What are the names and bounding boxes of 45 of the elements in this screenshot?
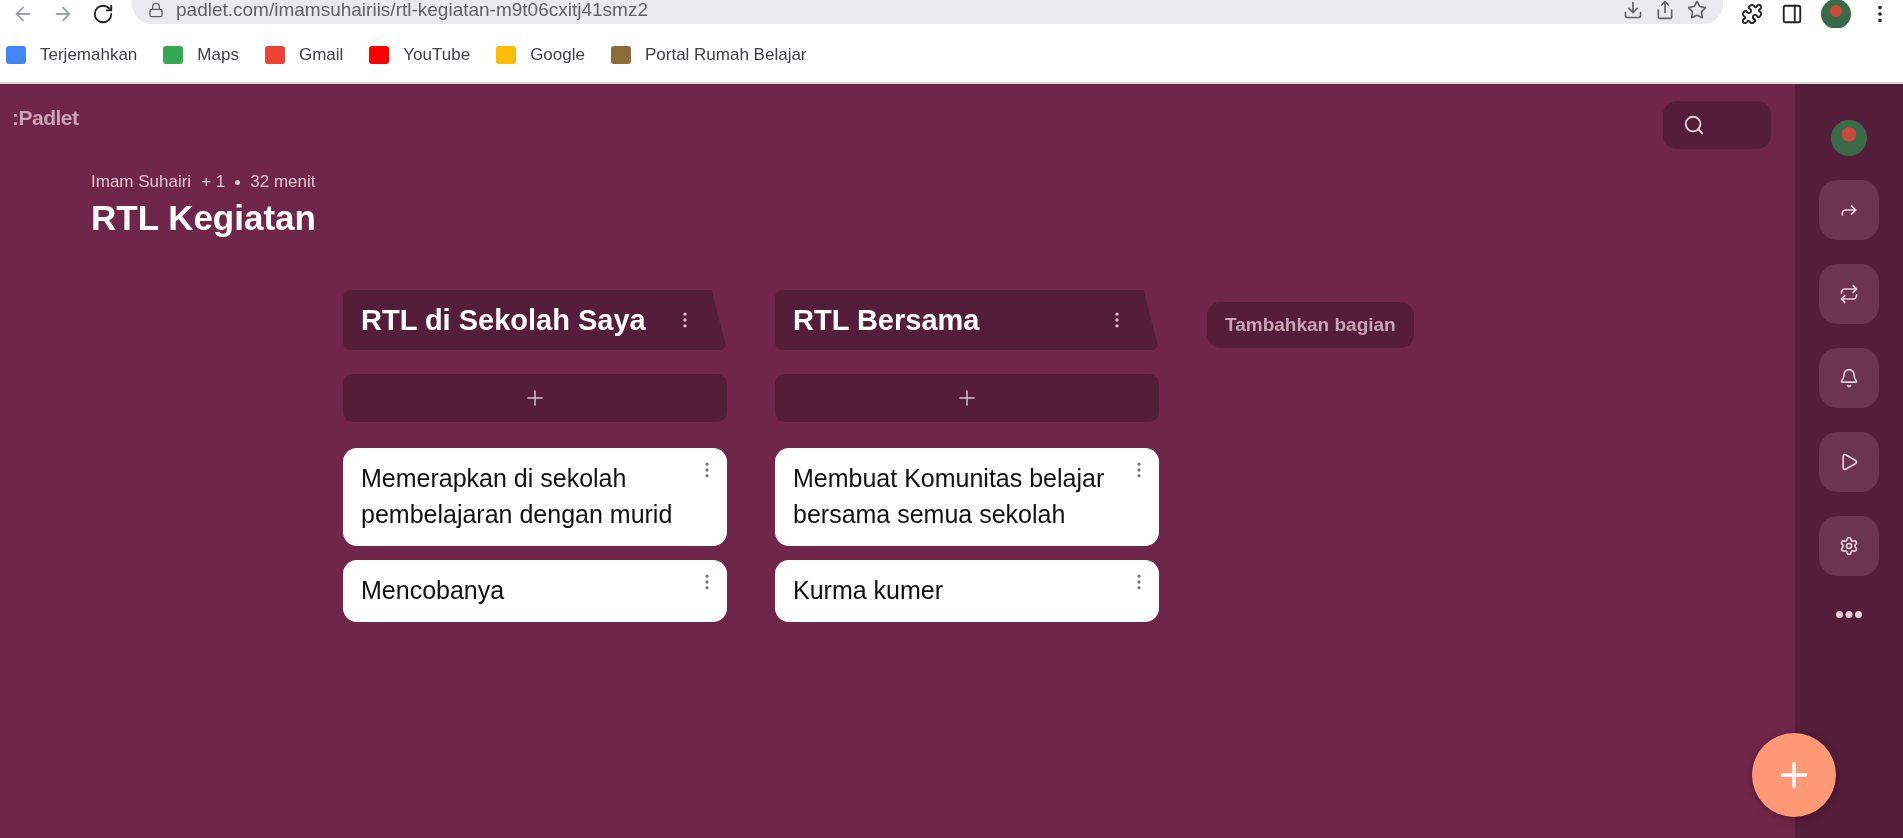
post-card[interactable]: Mencobanya: [343, 560, 727, 622]
play-button[interactable]: [1819, 432, 1879, 492]
url-text: padlet.com/imamsuhairiis/rtl-kegiatan-m9t06cxitj41smz2: [176, 0, 648, 21]
collaborator-count: + 1: [201, 172, 226, 192]
share-icon[interactable]: [1655, 0, 1675, 20]
notifications-button[interactable]: [1819, 348, 1879, 408]
user-avatar[interactable]: [1831, 120, 1867, 156]
add-section-button[interactable]: Tambahkan bagian: [1207, 302, 1414, 348]
bookmark-link[interactable]: Gmail: [264, 45, 344, 65]
bookmark-link[interactable]: YouTube: [369, 45, 471, 65]
post-card[interactable]: Membuat Komunitas belajar bersama semua sekolah: [775, 448, 1159, 546]
repeat-icon: [1839, 284, 1859, 304]
search-button[interactable]: [1663, 101, 1771, 149]
time-ago: 32 menit: [250, 172, 316, 192]
post-text: Membuat Komunitas belajar bersama semua sekolah: [793, 463, 1106, 530]
remake-button[interactable]: [1819, 264, 1879, 324]
star-icon[interactable]: [1687, 0, 1707, 20]
author-name: Imam Suhairi: [91, 172, 192, 192]
board-title: RTL Kegiatan: [91, 198, 317, 238]
post-card[interactable]: Kurma kumer: [775, 560, 1159, 622]
post-card[interactable]: Memerapkan di sekolah pembelajaran dengan murid: [343, 448, 727, 546]
logo[interactable]: :Padlet: [12, 106, 79, 130]
section-title: RTL di Sekolah Saya: [361, 303, 646, 337]
puzzle-icon[interactable]: [1741, 3, 1763, 25]
bookmark-link[interactable]: Google: [496, 45, 585, 65]
address-bar[interactable]: padlet.com/imamsuhairiis/rtl-kegiatan-m9t06cxitj41smz2: [132, 0, 1723, 24]
settings-button[interactable]: [1819, 516, 1879, 576]
search-icon: [1683, 114, 1705, 136]
section-title: RTL Bersama: [793, 303, 980, 337]
more-icon: [1836, 611, 1862, 618]
play-icon: [1839, 452, 1859, 472]
profile-avatar[interactable]: [1821, 0, 1851, 29]
bookmark-link[interactable]: Terjemahkan: [6, 45, 138, 65]
settings-icon: [1839, 536, 1859, 556]
post-text: Memerapkan di sekolah pembelajaran dengan murid: [361, 463, 674, 530]
post-text: Mencobanya: [361, 575, 505, 606]
bookmark-link[interactable]: Maps: [163, 45, 239, 65]
side-panel-icon[interactable]: [1781, 3, 1803, 25]
bookmark-link[interactable]: Portal Rumah Belajar: [610, 45, 807, 65]
download-icon[interactable]: [1623, 0, 1643, 20]
reload-icon[interactable]: [92, 3, 114, 25]
separator-dot: [235, 179, 241, 185]
lock-icon: [148, 2, 164, 18]
post-text: Kurma kumer: [793, 575, 944, 606]
bell-icon: [1839, 368, 1859, 388]
